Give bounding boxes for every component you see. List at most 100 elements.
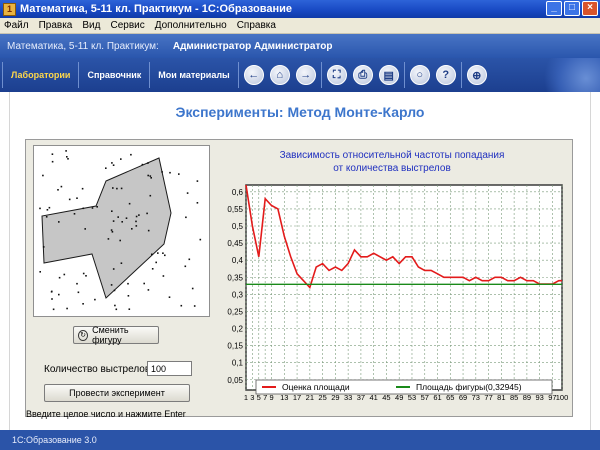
shot-point [117, 216, 119, 218]
maximize-icon[interactable]: □ [564, 1, 580, 16]
user-name: Администратор Администратор [172, 40, 333, 52]
shot-point [178, 173, 180, 175]
bookmark-icon[interactable]: ▤ [378, 65, 399, 85]
shot-point [77, 291, 80, 294]
refresh-icon: ↻ [78, 329, 89, 341]
shot-point [58, 276, 61, 279]
shot-point [121, 221, 123, 223]
chart-title-line-2: от количества выстрелов [333, 163, 451, 174]
shot-point [52, 308, 55, 311]
shot-point [135, 225, 138, 227]
shot-point [73, 213, 76, 215]
menu-bar: Файл Правка Вид Сервис Дополнительно Спр… [0, 18, 600, 34]
shot-point [76, 197, 78, 199]
shot-point [110, 229, 113, 231]
shot-point [67, 158, 69, 160]
print-icon[interactable]: ⎙ [352, 65, 373, 85]
y-tick-label: 0,05 [227, 376, 243, 385]
nav-divider [149, 62, 151, 88]
shot-point [147, 174, 149, 177]
close-icon[interactable]: × [582, 1, 598, 16]
window-controls: _ □ × [546, 1, 598, 16]
change-figure-button[interactable]: ↻ Сменить фигуру [73, 325, 159, 345]
y-tick-label: 0,5 [232, 222, 244, 231]
run-experiment-label: Провести эксперимент [69, 388, 165, 398]
shot-point [63, 273, 66, 276]
plot-area [245, 184, 563, 391]
shot-point [57, 189, 59, 191]
shot-point [114, 304, 116, 307]
home-icon[interactable]: ⌂ [269, 65, 290, 85]
nav-divider [403, 62, 405, 88]
shot-point [146, 212, 148, 215]
figure-canvas [33, 145, 210, 317]
shot-point [66, 307, 68, 310]
tab-laboratories[interactable]: Лаборатории [5, 70, 76, 80]
shot-point [151, 268, 154, 270]
forward-icon[interactable]: → [295, 65, 316, 85]
shot-point [168, 296, 171, 298]
shot-point [120, 187, 123, 190]
app-icon: 1 [3, 2, 16, 16]
shot-point [105, 167, 107, 169]
figure-svg [39, 150, 202, 311]
shot-point [39, 207, 41, 210]
shot-point [91, 207, 94, 209]
menu-help[interactable]: Справка [237, 20, 276, 31]
shot-point [131, 228, 133, 230]
menu-edit[interactable]: Правка [39, 20, 73, 31]
run-experiment-button[interactable]: Провести эксперимент [44, 384, 190, 402]
shot-point [155, 261, 157, 264]
tab-my-materials[interactable]: Мои материалы [152, 70, 235, 80]
search-icon[interactable]: ○ [409, 65, 430, 85]
nav-divider [2, 62, 3, 88]
shot-point [84, 228, 86, 230]
y-tick-label: 0,6 [232, 188, 244, 197]
y-tick-label: 0,55 [227, 205, 243, 214]
tab-reference[interactable]: Справочник [81, 70, 147, 80]
shot-point [138, 214, 140, 216]
shot-point [96, 206, 98, 208]
shot-point [48, 206, 51, 209]
menu-file[interactable]: Файл [4, 20, 29, 31]
chart-svg: 0,05 0,1 0,15 0,2 0,25 0,3 0,35 0,4 0,45 0,5 0,55 0… [227, 184, 568, 402]
shot-point [111, 210, 113, 212]
minimize-icon[interactable]: _ [546, 1, 562, 16]
shots-input[interactable] [147, 361, 192, 376]
shot-point [60, 185, 63, 188]
x-tick-label: 1 [244, 393, 248, 402]
help-icon[interactable]: ? [435, 65, 456, 85]
shot-point [157, 252, 159, 254]
shot-point [128, 308, 131, 310]
zoom-icon[interactable]: ⊕ [466, 65, 487, 85]
shot-point [120, 262, 123, 264]
shot-point [111, 162, 113, 164]
shot-point [149, 194, 152, 197]
shot-point [66, 156, 68, 158]
chart-title: Зависимость относительной частоты попада… [216, 149, 568, 175]
shot-point [85, 275, 87, 277]
back-icon[interactable]: ← [243, 65, 264, 85]
shot-point [82, 272, 85, 275]
change-figure-label: Сменить фигуру [92, 325, 129, 345]
shot-point [82, 207, 85, 210]
shot-point [127, 282, 129, 285]
status-text: 1С:Образование 3.0 [12, 435, 97, 445]
y-tick-label: 0,4 [232, 256, 244, 265]
shot-point [94, 298, 96, 301]
menu-service[interactable]: Сервис [110, 20, 144, 31]
menu-additional[interactable]: Дополнительно [155, 20, 227, 31]
y-tick-label: 0,45 [227, 239, 243, 248]
nav-divider [78, 62, 80, 88]
shot-point [135, 215, 138, 218]
shot-point [39, 271, 41, 273]
shot-point [120, 158, 122, 160]
shot-point [135, 220, 137, 223]
shot-point [180, 304, 183, 307]
shot-point [116, 187, 118, 190]
shot-point [161, 171, 163, 173]
fullscreen-icon[interactable]: ⛶ [326, 65, 347, 85]
nav-bar: Лаборатории Справочник Мои материалы ← ⌂… [0, 58, 600, 92]
menu-view[interactable]: Вид [82, 20, 100, 31]
shot-point [147, 162, 149, 164]
